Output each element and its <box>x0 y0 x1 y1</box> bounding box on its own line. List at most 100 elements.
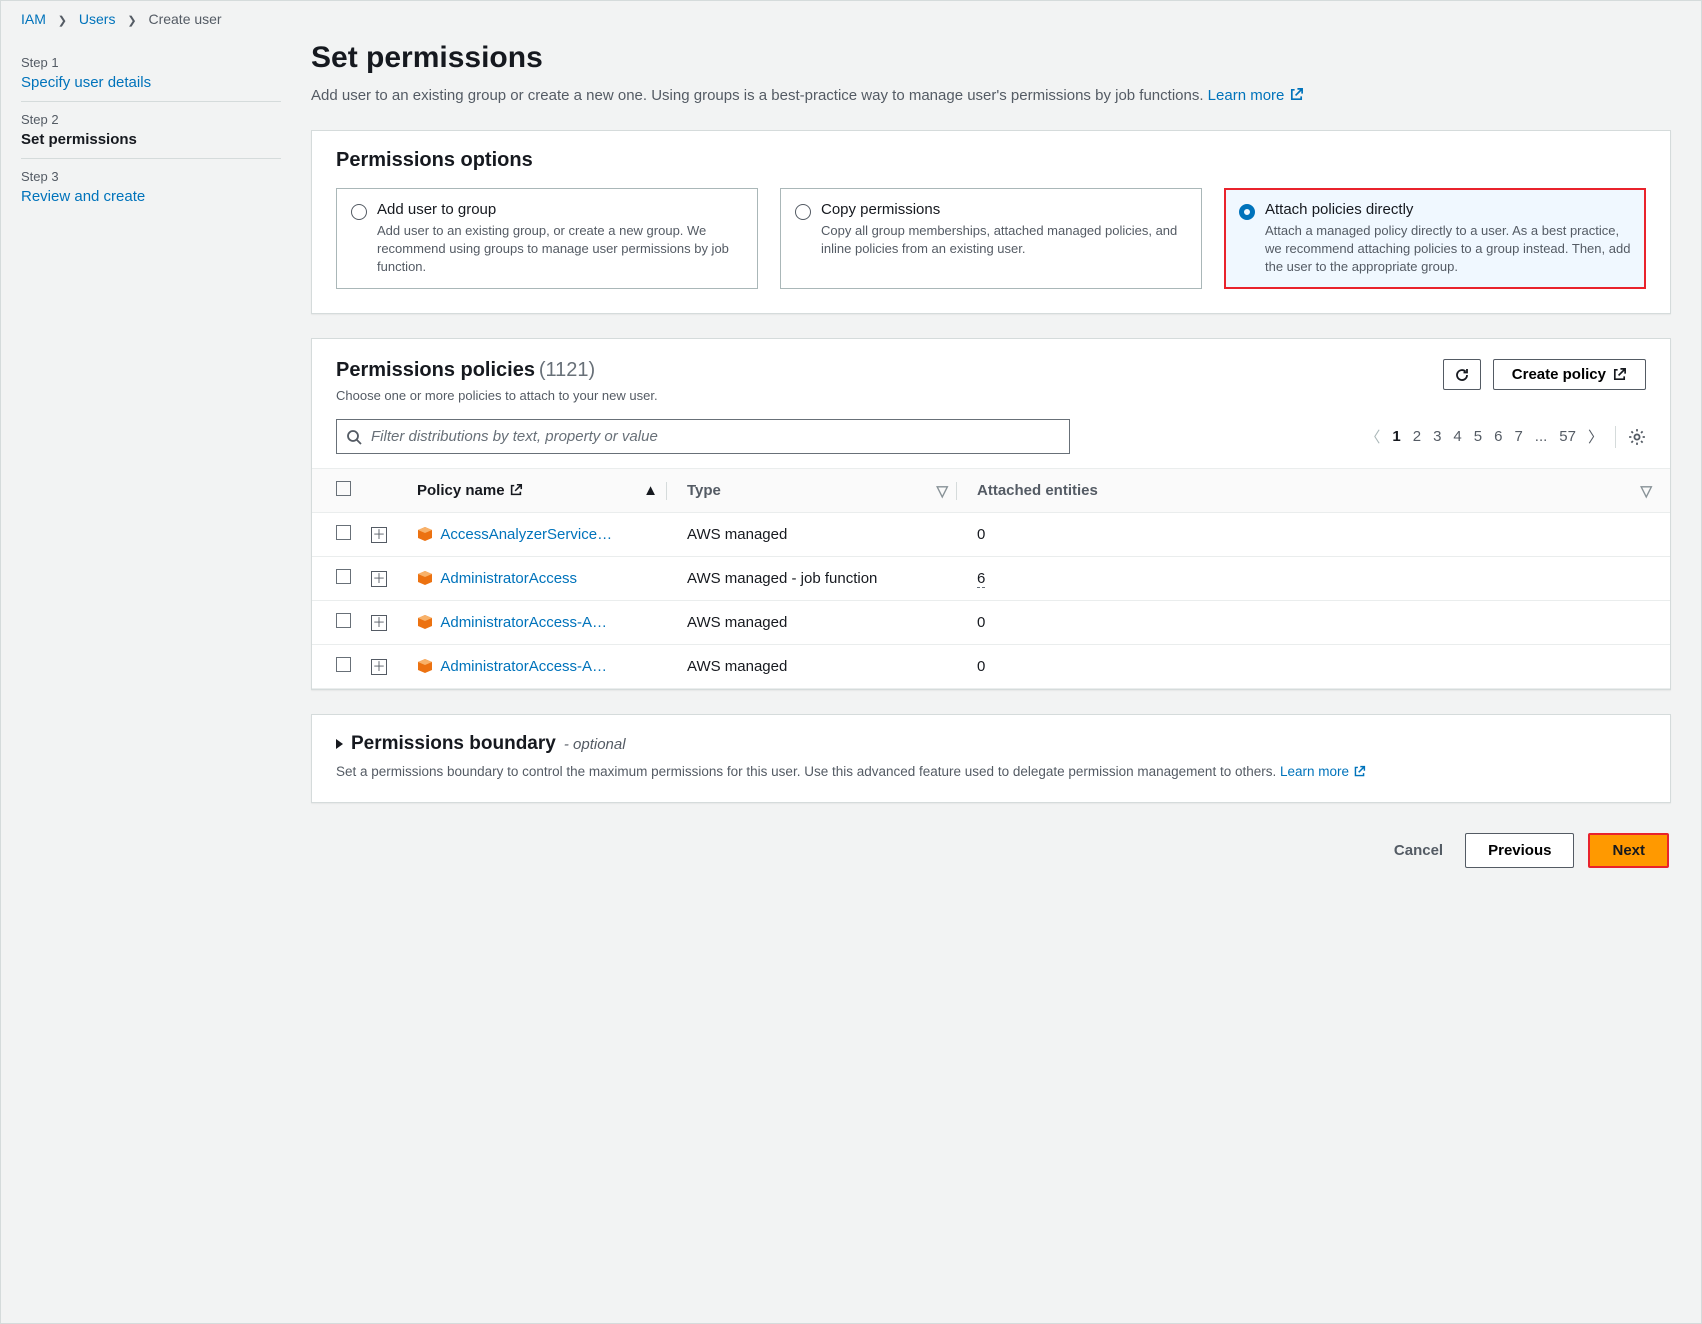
page-number[interactable]: 5 <box>1474 428 1482 445</box>
option-add-to-group[interactable]: Add user to group Add user to an existin… <box>336 188 758 290</box>
chevron-right-icon: ❯ <box>127 15 136 27</box>
policy-link[interactable]: AdministratorAccess-A… <box>440 614 607 631</box>
option-title: Add user to group <box>377 201 743 218</box>
pagination: 〈 1 2 3 4 5 6 7 ... 57 〉 <box>1365 426 1646 448</box>
refresh-button[interactable] <box>1443 359 1481 390</box>
chevron-right-icon: ❯ <box>58 15 67 27</box>
option-desc: Add user to an existing group, or create… <box>377 222 743 277</box>
filter-input[interactable] <box>336 419 1070 454</box>
option-desc: Copy all group memberships, attached man… <box>821 222 1187 258</box>
row-checkbox[interactable] <box>336 525 351 540</box>
option-copy-permissions[interactable]: Copy permissions Copy all group membersh… <box>780 188 1202 290</box>
policy-entities: 0 <box>967 513 1670 557</box>
policy-entities: 6 <box>967 557 1670 601</box>
page-title: Set permissions <box>311 41 1671 75</box>
cancel-button[interactable]: Cancel <box>1386 834 1451 867</box>
policies-subtitle: Choose one or more policies to attach to… <box>336 388 658 403</box>
permissions-boundary-panel[interactable]: Permissions boundary - optional Set a pe… <box>311 714 1671 803</box>
page-ellipsis: ... <box>1535 428 1548 445</box>
row-checkbox[interactable] <box>336 569 351 584</box>
page-prev-icon[interactable]: 〈 <box>1365 426 1380 447</box>
step-title: Set permissions <box>21 131 281 148</box>
policy-cube-icon <box>417 527 433 541</box>
wizard-sidebar: Step 1 Specify user details Step 2 Set p… <box>1 31 301 898</box>
step-label: Step 1 <box>21 55 281 70</box>
option-attach-policies-directly[interactable]: Attach policies directly Attach a manage… <box>1224 188 1646 290</box>
policy-cube-icon <box>417 615 433 629</box>
policy-type: AWS managed <box>677 601 967 645</box>
sort-icon: ▽ <box>1640 482 1652 500</box>
table-row: ＋ AccessAnalyzerService… AWS managed 0 <box>312 513 1670 557</box>
select-all-checkbox[interactable] <box>336 481 351 496</box>
radio-icon <box>1239 204 1255 220</box>
option-title: Attach policies directly <box>1265 201 1631 218</box>
page-number[interactable]: 4 <box>1453 428 1461 445</box>
step-3[interactable]: Step 3 Review and create <box>21 159 281 215</box>
expand-icon[interactable]: ＋ <box>371 571 387 587</box>
previous-button[interactable]: Previous <box>1465 833 1574 868</box>
permissions-options-panel: Permissions options Add user to group Ad… <box>311 130 1671 315</box>
expand-icon[interactable]: ＋ <box>371 527 387 543</box>
page-number[interactable]: 57 <box>1559 428 1576 445</box>
table-row: ＋ AdministratorAccess-A… AWS managed 0 <box>312 645 1670 689</box>
wizard-footer: Cancel Previous Next <box>311 827 1671 878</box>
external-link-icon <box>1289 87 1304 102</box>
step-1[interactable]: Step 1 Specify user details <box>21 45 281 102</box>
page-description: Add user to an existing group or create … <box>311 85 1671 108</box>
expand-icon[interactable]: ＋ <box>371 659 387 675</box>
breadcrumb: IAM ❯ Users ❯ Create user <box>1 1 1701 31</box>
learn-more-link[interactable]: Learn more <box>1208 87 1304 104</box>
policies-table: Policy name ▲ Type ▽ Atta <box>312 468 1670 689</box>
breadcrumb-iam[interactable]: IAM <box>21 11 46 27</box>
breadcrumb-users[interactable]: Users <box>79 11 116 27</box>
row-checkbox[interactable] <box>336 657 351 672</box>
policy-link[interactable]: AdministratorAccess <box>440 570 577 587</box>
refresh-icon <box>1454 367 1470 383</box>
expand-icon[interactable]: ＋ <box>371 615 387 631</box>
page-number[interactable]: 6 <box>1494 428 1502 445</box>
radio-icon <box>795 204 811 220</box>
breadcrumb-current: Create user <box>148 11 221 27</box>
step-label: Step 3 <box>21 169 281 184</box>
external-link-icon <box>1353 765 1366 778</box>
policy-type: AWS managed <box>677 513 967 557</box>
step-title: Review and create <box>21 188 281 205</box>
row-checkbox[interactable] <box>336 613 351 628</box>
boundary-learn-more-link[interactable]: Learn more <box>1280 764 1366 779</box>
radio-icon <box>351 204 367 220</box>
step-label: Step 2 <box>21 112 281 127</box>
external-link-icon <box>1612 367 1627 382</box>
page-number[interactable]: 3 <box>1433 428 1441 445</box>
sort-asc-icon: ▲ <box>643 482 658 499</box>
create-policy-button[interactable]: Create policy <box>1493 359 1646 390</box>
step-2[interactable]: Step 2 Set permissions <box>21 102 281 159</box>
permissions-policies-panel: Permissions policies (1121) Choose one o… <box>311 338 1671 690</box>
page-number[interactable]: 2 <box>1413 428 1421 445</box>
policies-count: (1121) <box>539 359 595 381</box>
step-title: Specify user details <box>21 74 281 91</box>
page-number[interactable]: 1 <box>1392 428 1400 445</box>
sort-icon: ▽ <box>936 482 948 500</box>
table-row: ＋ AdministratorAccess AWS managed - job … <box>312 557 1670 601</box>
table-row: ＋ AdministratorAccess-A… AWS managed 0 <box>312 601 1670 645</box>
external-link-icon <box>509 483 523 497</box>
policy-cube-icon <box>417 659 433 673</box>
option-desc: Attach a managed policy directly to a us… <box>1265 222 1631 277</box>
policy-link[interactable]: AdministratorAccess-A… <box>440 658 607 675</box>
policy-entities: 0 <box>967 645 1670 689</box>
policy-type: AWS managed <box>677 645 967 689</box>
policy-link[interactable]: AccessAnalyzerService… <box>440 526 612 543</box>
page-number[interactable]: 7 <box>1514 428 1522 445</box>
next-button[interactable]: Next <box>1588 833 1669 868</box>
column-type[interactable]: Type ▽ <box>677 469 967 513</box>
policy-type: AWS managed - job function <box>677 557 967 601</box>
policy-cube-icon <box>417 571 433 585</box>
boundary-optional: - optional <box>564 736 626 753</box>
search-icon <box>346 429 362 445</box>
column-attached-entities[interactable]: Attached entities ▽ <box>967 469 1670 513</box>
column-policy-name[interactable]: Policy name ▲ <box>407 469 677 513</box>
gear-icon[interactable] <box>1628 428 1646 446</box>
expand-triangle-icon <box>336 739 343 749</box>
policies-title: Permissions policies <box>336 359 535 381</box>
page-next-icon[interactable]: 〉 <box>1588 426 1603 447</box>
